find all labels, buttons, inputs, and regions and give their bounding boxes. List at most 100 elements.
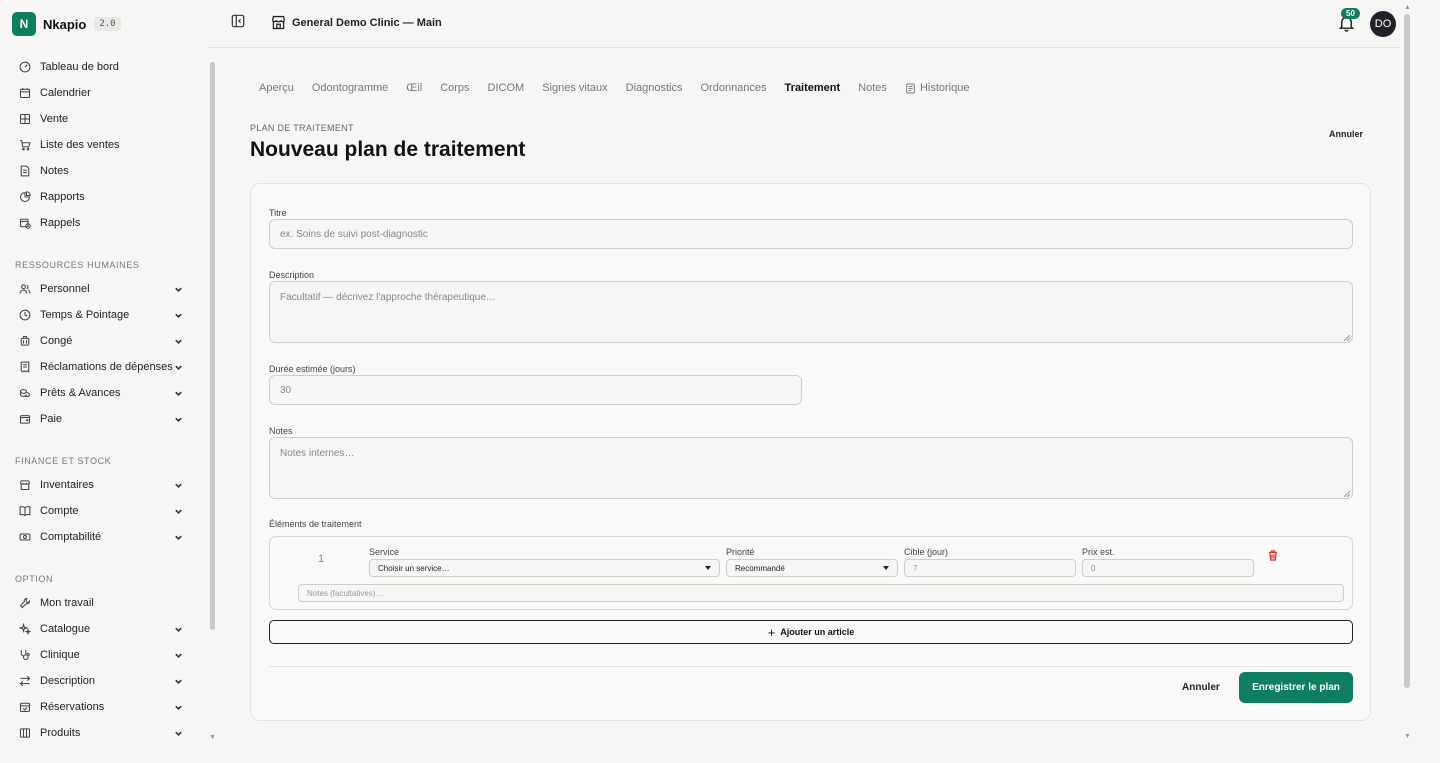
sidebar-item-label: Comptabilité	[40, 531, 102, 543]
chevron-down-icon[interactable]	[174, 389, 183, 398]
sidebar-item-label: Vente	[40, 113, 69, 125]
plus-icon: +	[767, 624, 776, 640]
avatar[interactable]: DO	[1370, 11, 1396, 37]
sidebar-item-label: Réservations	[40, 701, 105, 713]
sidebar-item-catalogue[interactable]: Catalogue	[0, 616, 208, 642]
notes-textarea[interactable]: Notes internes…	[269, 437, 1353, 499]
sidebar-item-produits[interactable]: Produits	[0, 720, 208, 746]
divider	[269, 666, 1353, 667]
sidebar-item-reservations[interactable]: Réservations	[0, 694, 208, 720]
trash-icon[interactable]	[1268, 550, 1278, 561]
sidebar-item-notes[interactable]: Notes	[0, 158, 208, 184]
sidebar-scroll-down-icon[interactable]: ▼	[209, 734, 216, 741]
sidebar-item-description[interactable]: Description	[0, 668, 208, 694]
duration-input[interactable]: 30	[269, 375, 802, 405]
chevron-down-icon[interactable]	[174, 703, 183, 712]
page-scroll-down-icon[interactable]: ▼	[1404, 733, 1411, 740]
chevron-down-icon[interactable]	[174, 507, 183, 516]
chevron-down-icon[interactable]	[174, 533, 183, 542]
sidebar-item-personnel[interactable]: Personnel	[0, 276, 208, 302]
tab-label: Ordonnances	[700, 82, 767, 94]
sidebar-item-label: Inventaires	[40, 479, 94, 491]
tab-historique[interactable]: Historique	[905, 82, 970, 94]
tab-label: Notes	[858, 82, 887, 94]
title-input[interactable]: ex. Soins de suivi post-diagnostic	[269, 219, 1353, 249]
tab-traitement[interactable]: Traitement	[785, 82, 841, 94]
clinic-selector[interactable]: General Demo Clinic — Main	[270, 14, 442, 31]
sidebar-item-prets-avances[interactable]: Prêts & Avances	[0, 380, 208, 406]
sidebar-item-temps-pointage[interactable]: Temps & Pointage	[0, 302, 208, 328]
package-icon	[18, 727, 31, 740]
chevron-down-icon[interactable]	[174, 363, 183, 372]
sidebar-toggle-icon[interactable]	[231, 14, 245, 28]
sidebar-item-paie[interactable]: Paie	[0, 406, 208, 432]
chevron-down-icon[interactable]	[174, 625, 183, 634]
sidebar-item-label: Mon travail	[40, 597, 94, 609]
sidebar-section-heading: OPTION	[15, 574, 54, 584]
tab-il[interactable]: Œil	[406, 82, 422, 94]
chevron-down-icon[interactable]	[174, 677, 183, 686]
tab-signes-vitaux[interactable]: Signes vitaux	[542, 82, 607, 94]
tab-notes[interactable]: Notes	[858, 82, 887, 94]
sidebar-item-rapports[interactable]: Rapports	[0, 184, 208, 210]
tab-diagnostics[interactable]: Diagnostics	[626, 82, 683, 94]
tab-label: Historique	[919, 82, 970, 94]
sidebar-scrollbar[interactable]	[210, 62, 215, 630]
price-label: Prix est.	[1082, 547, 1115, 557]
chevron-down-icon[interactable]	[174, 337, 183, 346]
description-placeholder: Facultatif — décrivez l'approche thérape…	[280, 292, 496, 303]
sidebar-item-label: Catalogue	[40, 623, 91, 635]
service-select[interactable]: Choisir un service…	[369, 559, 720, 577]
resize-handle-icon[interactable]	[1343, 333, 1351, 342]
sidebar-item-calendrier[interactable]: Calendrier	[0, 80, 208, 106]
luggage-icon	[18, 335, 31, 348]
chevron-down-icon[interactable]	[174, 285, 183, 294]
tab-label: Diagnostics	[625, 82, 683, 94]
sidebar-item-rappels[interactable]: Rappels	[0, 210, 208, 236]
tab-odontogramme[interactable]: Odontogramme	[312, 82, 388, 94]
item-notes-input[interactable]: Notes (facultatives)…	[298, 584, 1344, 602]
sidebar-item-inventaires[interactable]: Inventaires	[0, 472, 208, 498]
resize-handle-icon[interactable]	[1343, 489, 1351, 498]
sidebar-item-vente[interactable]: Vente	[0, 106, 208, 132]
sidebar-item-clinique[interactable]: Clinique	[0, 642, 208, 668]
sidebar-item-liste-des-ventes[interactable]: Liste des ventes	[0, 132, 208, 158]
priority-select[interactable]: Recommandé	[726, 559, 898, 577]
target-input[interactable]: 7	[904, 559, 1076, 577]
sidebar-item-reclamations-de-depenses[interactable]: Réclamations de dépenses	[0, 354, 208, 380]
patient-tabs: Aperçu Odontogramme Œil Corps DICOM Signes vi…	[259, 82, 987, 94]
tab-apercu[interactable]: Aperçu	[259, 82, 294, 94]
chevron-down-icon[interactable]	[174, 311, 183, 320]
page-scroll-up-icon[interactable]: ▲	[1404, 4, 1411, 11]
header-cancel-button[interactable]: Annuler	[1329, 129, 1363, 139]
chevron-down-icon[interactable]	[174, 415, 183, 424]
tab-label: Aperçu	[259, 82, 294, 94]
sidebar-item-conge[interactable]: Congé	[0, 328, 208, 354]
chevron-down-icon	[705, 566, 711, 570]
sidebar-item-label: Prêts & Avances	[40, 387, 121, 399]
chevron-down-icon[interactable]	[174, 651, 183, 660]
cancel-button[interactable]: Annuler	[1182, 682, 1220, 693]
version-badge: 2.0	[94, 17, 121, 31]
clock-icon	[18, 309, 31, 322]
wallet-icon	[18, 413, 31, 426]
sidebar-item-comptabilite[interactable]: Comptabilité	[0, 524, 208, 550]
add-item-button[interactable]: + Ajouter un article	[269, 620, 1353, 644]
sidebar-item-tableau-de-bord[interactable]: Tableau de bord	[0, 54, 208, 80]
store-icon	[18, 479, 31, 492]
tab-dicom[interactable]: DICOM	[488, 82, 525, 94]
chevron-down-icon[interactable]	[174, 481, 183, 490]
page-scrollbar[interactable]	[1404, 14, 1410, 688]
tab-label: DICOM	[487, 82, 525, 94]
tab-corps[interactable]: Corps	[440, 82, 469, 94]
brand[interactable]: N Nkapio 2.0	[12, 12, 121, 36]
sidebar-item-compte[interactable]: Compte	[0, 498, 208, 524]
tab-ordonnances[interactable]: Ordonnances	[701, 82, 767, 94]
notes-placeholder: Notes internes…	[280, 448, 355, 459]
sidebar-item-mon-travail[interactable]: Mon travail	[0, 590, 208, 616]
save-plan-button[interactable]: Enregistrer le plan	[1239, 672, 1353, 703]
description-textarea[interactable]: Facultatif — décrivez l'approche thérape…	[269, 281, 1353, 343]
chevron-down-icon[interactable]	[174, 729, 183, 738]
price-input[interactable]: 0	[1082, 559, 1254, 577]
tab-label: Odontogramme	[311, 82, 389, 94]
